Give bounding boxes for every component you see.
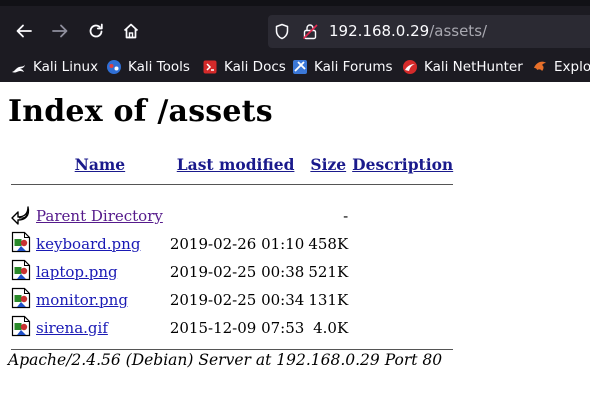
parent-directory-link[interactable]: Parent Directory xyxy=(36,207,163,225)
bookmark-label: Kali Forums xyxy=(314,59,393,75)
back-arrow-icon xyxy=(11,206,30,225)
url-text[interactable]: 192.168.0.29/assets/ xyxy=(329,22,487,40)
size-column-header: Size xyxy=(307,152,349,176)
description-cell xyxy=(351,231,454,257)
reload-button[interactable] xyxy=(82,17,110,45)
icon-cell xyxy=(10,231,34,257)
file-link[interactable]: sirena.gif xyxy=(36,319,108,337)
separator-line xyxy=(11,184,454,185)
name-cell: sirena.gif xyxy=(36,315,164,341)
sort-by-description-link[interactable]: Description xyxy=(352,155,453,174)
size-cell: 521K xyxy=(308,263,349,281)
back-button[interactable] xyxy=(10,17,38,45)
separator-line xyxy=(11,349,454,350)
exploit-db-icon xyxy=(534,61,546,71)
description-cell xyxy=(351,259,454,285)
kali-tools-icon xyxy=(107,60,121,74)
description-cell xyxy=(351,315,454,341)
table-row: monitor.png 2019-02-25 00:34 131K xyxy=(10,287,454,313)
address-bar[interactable]: 192.168.0.29/assets/ xyxy=(268,15,590,48)
icon-cell xyxy=(10,315,34,341)
name-cell: Parent Directory xyxy=(36,203,164,229)
kali-nethunter-icon xyxy=(403,60,417,74)
last-modified-cell: 2019-02-25 00:38 xyxy=(169,263,305,281)
bookmarks-toolbar: Kali Linux Kali Tools Kali Docs Kali For… xyxy=(0,52,590,82)
image-file-icon xyxy=(11,287,31,309)
last-modified-cell xyxy=(166,203,305,229)
table-row: keyboard.png 2019-02-26 01:10 458K xyxy=(10,231,454,257)
size-cell: - xyxy=(343,207,349,225)
kali-forums-icon xyxy=(293,60,307,74)
reload-icon xyxy=(89,23,103,38)
table-row: sirena.gif 2015-12-09 07:53 4.0K xyxy=(10,315,454,341)
home-icon xyxy=(123,23,139,39)
bookmark-label: Kali Docs xyxy=(224,59,286,75)
sort-by-name-link[interactable]: Name xyxy=(75,155,125,174)
bookmark-kali-tools[interactable]: Kali Tools xyxy=(106,57,190,77)
spacer-row xyxy=(10,193,454,201)
image-file-icon xyxy=(11,231,31,253)
kali-docs-icon xyxy=(203,60,217,74)
description-cell xyxy=(351,287,454,313)
bookmark-kali-docs[interactable]: Kali Docs xyxy=(202,57,286,77)
name-cell: keyboard.png xyxy=(36,231,164,257)
url-path: /assets/ xyxy=(429,22,488,40)
arrow-right-icon xyxy=(52,24,68,38)
table-header-row: Name Last modified Size Description xyxy=(10,152,454,176)
last-modified-cell: 2019-02-25 00:34 xyxy=(169,291,305,309)
file-link[interactable]: laptop.png xyxy=(36,263,118,281)
last-modified-column-header: Last modified xyxy=(166,152,305,176)
sort-by-size-link[interactable]: Size xyxy=(310,155,346,174)
url-host: 192.168.0.29 xyxy=(329,22,430,40)
size-cell: 458K xyxy=(308,235,349,253)
forward-button[interactable] xyxy=(46,17,74,45)
name-column-header: Name xyxy=(36,152,164,176)
file-listing-table: Name Last modified Size Description Pare… xyxy=(8,150,456,358)
table-row: Parent Directory - xyxy=(10,203,454,229)
header-separator-row xyxy=(10,178,454,191)
name-cell: monitor.png xyxy=(36,287,164,313)
bookmark-label: Kali Tools xyxy=(128,59,190,75)
sort-by-last-modified-link[interactable]: Last modified xyxy=(177,155,295,174)
last-modified-cell: 2015-12-09 07:53 xyxy=(169,319,305,337)
image-file-icon xyxy=(11,259,31,281)
file-link[interactable]: keyboard.png xyxy=(36,235,140,253)
kali-dragon-icon xyxy=(12,65,25,73)
image-file-icon xyxy=(11,315,31,337)
bookmark-label: Exploit xyxy=(554,59,590,75)
description-column-header: Description xyxy=(351,152,454,176)
directory-listing-page: Index of /assets Name Last modified Size… xyxy=(0,82,590,409)
insecure-lock-icon[interactable] xyxy=(302,23,318,40)
file-link[interactable]: monitor.png xyxy=(36,291,128,309)
size-cell: 4.0K xyxy=(313,319,349,337)
browser-chrome: 192.168.0.29/assets/ Kali Linux Kali Too… xyxy=(0,0,590,82)
bookmark-kali-nethunter[interactable]: Kali NetHunter xyxy=(402,57,523,77)
bookmark-kali-linux[interactable]: Kali Linux xyxy=(11,57,98,77)
home-button[interactable] xyxy=(117,17,145,45)
bookmark-label: Kali Linux xyxy=(33,59,99,75)
name-cell: laptop.png xyxy=(36,259,164,285)
table-row: laptop.png 2019-02-25 00:38 521K xyxy=(10,259,454,285)
bookmark-kali-forums[interactable]: Kali Forums xyxy=(292,57,393,77)
page-title: Index of /assets xyxy=(8,94,273,129)
tab-strip xyxy=(0,0,590,6)
icon-cell xyxy=(10,259,34,285)
size-cell: 131K xyxy=(308,291,349,309)
tracking-protection-shield-icon[interactable] xyxy=(274,23,290,40)
icon-cell xyxy=(10,287,34,313)
server-signature: Apache/2.4.56 (Debian) Server at 192.168… xyxy=(8,351,443,369)
bookmark-label: Kali NetHunter xyxy=(424,59,523,75)
icon-cell xyxy=(10,203,34,229)
arrow-left-icon xyxy=(16,24,32,38)
bookmark-exploit-db[interactable]: Exploit xyxy=(532,57,590,77)
description-cell xyxy=(351,203,454,229)
icon-column-header xyxy=(10,152,34,176)
last-modified-cell: 2019-02-26 01:10 xyxy=(169,235,305,253)
